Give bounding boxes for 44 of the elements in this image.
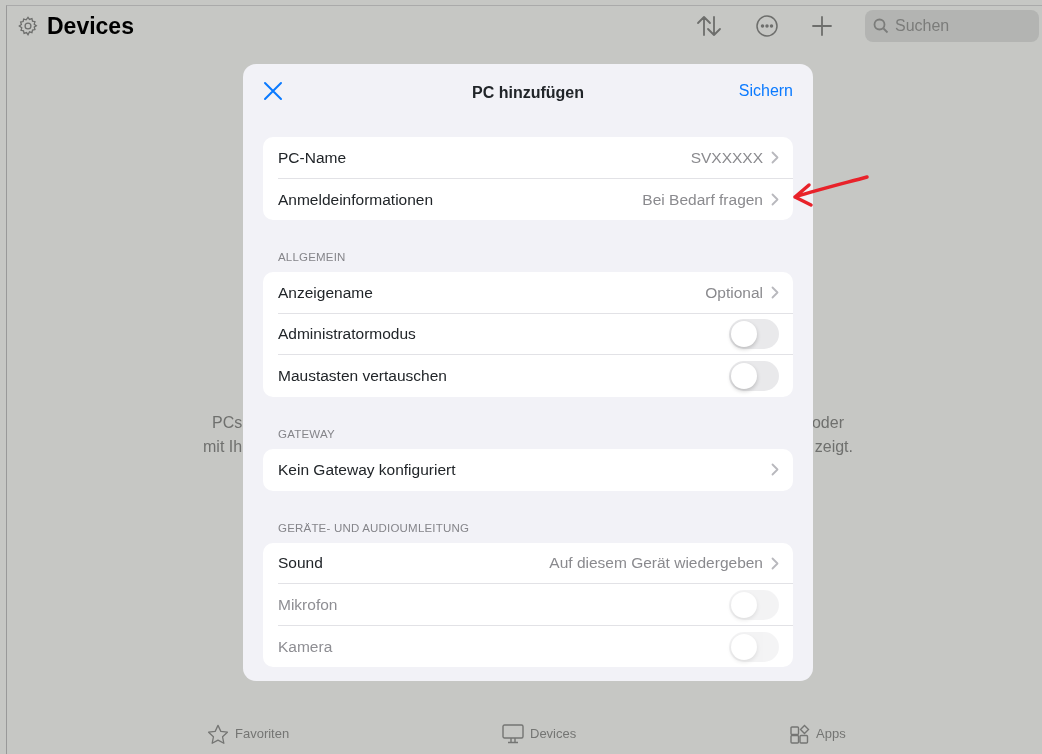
setting-label: Administratormodus	[278, 324, 416, 345]
settings-row[interactable]: Anmeldeinformationen Bei Bedarf fragen	[278, 178, 793, 220]
more-icon[interactable]	[755, 14, 779, 38]
dialog-title: PC hinzufügen	[472, 84, 584, 101]
setting-label: Sound	[278, 553, 323, 574]
setting-label: Anmeldeinformationen	[278, 189, 434, 210]
setting-value: Auf diesem Gerät wiedergeben	[549, 553, 763, 574]
background-text: mit Ih	[203, 437, 243, 457]
setting-label: Kamera	[278, 636, 333, 657]
monitor-icon	[502, 724, 524, 744]
setting-value: Optional	[705, 282, 763, 303]
close-icon[interactable]	[263, 81, 283, 101]
settings-row[interactable]: Sound Auf diesem Gerät wiedergeben	[278, 542, 793, 585]
section-header: GERÄTE- UND AUDIOUMLEITUNG	[278, 521, 470, 534]
chevron-icon	[771, 150, 779, 164]
star-icon	[207, 723, 229, 745]
search-icon	[873, 18, 889, 34]
chevron-icon	[771, 192, 779, 206]
section-header: ALLGEMEIN	[278, 251, 346, 263]
page-title: Devices	[47, 11, 134, 41]
toggle-switch[interactable]	[729, 319, 779, 349]
sort-icon[interactable]	[696, 14, 722, 38]
chevron-icon	[771, 463, 779, 477]
setting-value: Bei Bedarf fragen	[642, 189, 763, 210]
apps-icon	[790, 724, 810, 744]
background-text: PCs	[212, 413, 243, 433]
settings-row[interactable]: Anzeigename Optional	[278, 272, 793, 314]
setting-label: Maustasten vertauschen	[278, 366, 447, 387]
chevron-icon	[771, 556, 779, 570]
section-header: GATEWAY	[278, 427, 335, 440]
chevron-icon	[771, 286, 779, 299]
save-button[interactable]: Sichern	[738, 79, 793, 103]
settings-icon[interactable]	[17, 15, 39, 37]
add-icon[interactable]	[812, 16, 832, 36]
setting-label: Kein Gateway konfiguriert	[278, 460, 456, 481]
toggle-switch[interactable]	[729, 361, 779, 391]
background-text: oder	[811, 413, 844, 433]
setting-value: SVXXXXX	[690, 147, 763, 168]
settings-row[interactable]: PC-Name SVXXXXX	[278, 137, 793, 179]
search-field[interactable]: Suchen	[865, 10, 1039, 42]
setting-label: PC-Name	[278, 147, 347, 168]
setting-label: Mikrofon	[278, 594, 338, 615]
setting-label: Anzeigename	[278, 282, 373, 303]
background-text: zeigt.	[814, 437, 853, 457]
